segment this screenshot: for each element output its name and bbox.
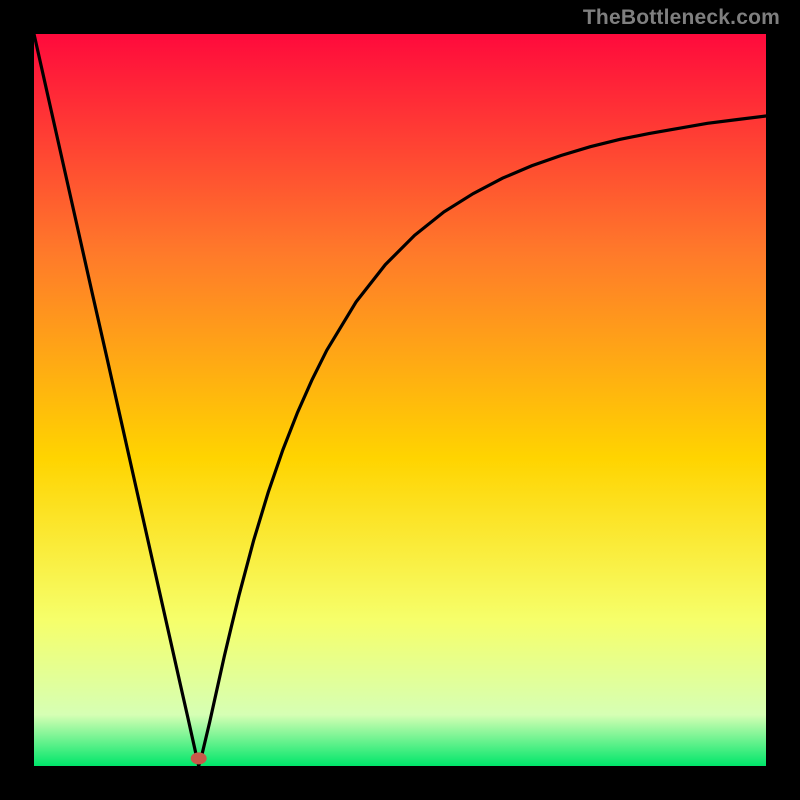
gradient-background [34,34,766,766]
watermark-text: TheBottleneck.com [583,6,780,30]
minimum-marker [191,752,207,764]
chart-frame: TheBottleneck.com [0,0,800,800]
chart-plot [34,34,766,766]
